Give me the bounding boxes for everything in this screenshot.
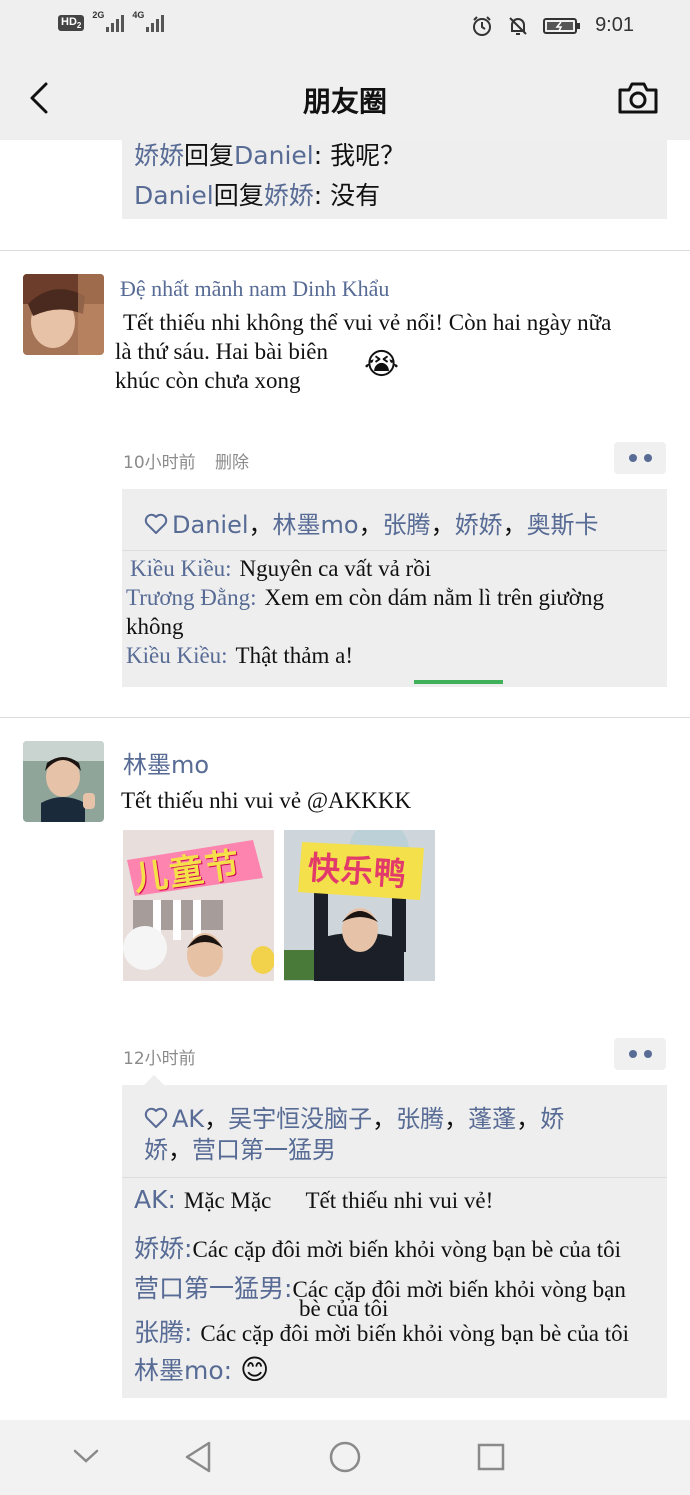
comment-item[interactable]: AK: Mặc Mặc Tết thiếu nhi vui vẻ! bbox=[134, 1185, 493, 1214]
liker[interactable]: AK bbox=[172, 1105, 204, 1133]
nav-down-chevron-icon[interactable] bbox=[72, 1447, 100, 1465]
like-list: AK，吴宇恒没脑子，张腾，蓬蓬，娇 bbox=[144, 1099, 564, 1134]
heart-icon bbox=[144, 1107, 168, 1128]
liker[interactable]: 娇 bbox=[144, 1136, 168, 1164]
avatar[interactable] bbox=[23, 274, 104, 355]
post-time: 10小时前 bbox=[123, 453, 196, 473]
mute-bell-icon bbox=[509, 16, 527, 35]
crying-emoji: 😭 bbox=[364, 347, 400, 382]
liker[interactable]: 营口第一猛男 bbox=[192, 1136, 336, 1164]
more-dots-icon[interactable] bbox=[614, 442, 666, 474]
hd-badge: HD2 bbox=[58, 14, 85, 32]
top-nav-bar: 朋友圈 bbox=[0, 56, 690, 140]
post-meta: 12小时前 bbox=[123, 1044, 210, 1069]
avatar[interactable] bbox=[23, 741, 104, 822]
liker[interactable]: 娇娇 bbox=[455, 511, 503, 539]
heart-icon bbox=[144, 513, 168, 534]
comment-item[interactable]: Kiều Kiều: Nguyên ca vất vả rồi bbox=[130, 553, 431, 582]
comment-item[interactable]: Kiều Kiều: Thật thảm a! bbox=[126, 640, 353, 669]
liker[interactable]: 张腾 bbox=[396, 1105, 444, 1133]
liker[interactable]: 娇 bbox=[540, 1105, 564, 1133]
nav-home-circle-icon[interactable] bbox=[328, 1440, 362, 1474]
status-bar: HD2 2G 4G 9:01 bbox=[0, 0, 690, 56]
photo-caption: 快乐鸭 bbox=[306, 848, 409, 894]
liker[interactable]: Daniel bbox=[172, 511, 249, 539]
clock-time: 9:01 bbox=[595, 14, 634, 36]
nav-back-triangle-icon[interactable] bbox=[183, 1440, 213, 1474]
comment-box: Daniel，林墨mo，张腾，娇娇，奥斯卡 Kiều Kiều: Nguyên … bbox=[122, 489, 667, 687]
comment-item[interactable]: 娇娇:Các cặp đôi mời biến khỏi vòng bạn bè… bbox=[134, 1229, 621, 1265]
battery-icon bbox=[543, 17, 581, 34]
signal-icon: 2G bbox=[92, 10, 125, 32]
post-text: Tết thiếu nhi không thể vui vẻ nổi! Còn … bbox=[123, 310, 612, 335]
divider bbox=[122, 1177, 667, 1178]
comment-item[interactable]: 张腾: Các cặp đôi mời biến khỏi vòng bạn b… bbox=[134, 1313, 629, 1349]
comment-item[interactable]: Daniel回复娇娇: 没有 bbox=[134, 176, 380, 212]
more-dots-icon[interactable] bbox=[614, 1038, 666, 1070]
post-text: Tết thiếu nhi vui vẻ @AKKKK bbox=[121, 788, 412, 813]
accent-bar bbox=[414, 680, 503, 684]
liker[interactable]: 蓬蓬 bbox=[468, 1105, 516, 1133]
post-photo[interactable]: 快乐鸭 bbox=[284, 830, 435, 981]
liker[interactable]: 张腾 bbox=[383, 511, 431, 539]
liker[interactable]: 吴宇恒没脑子 bbox=[228, 1105, 372, 1133]
comment-item[interactable]: Trương Đằng: Xem em còn dám nằm lì trên … bbox=[126, 582, 604, 611]
alarm-icon bbox=[473, 15, 492, 36]
comment-box: AK，吴宇恒没脑子，张腾，蓬蓬，娇 娇，营口第一猛男 AK: Mặc Mặc T… bbox=[122, 1075, 667, 1398]
comment-item[interactable]: 林墨mo: 😊 bbox=[134, 1351, 269, 1387]
divider bbox=[0, 717, 690, 718]
post-author[interactable]: 林墨mo bbox=[123, 745, 209, 780]
post-time: 12小时前 bbox=[123, 1049, 196, 1069]
caret bbox=[144, 1075, 164, 1085]
page-title: 朋友圈 bbox=[302, 85, 387, 118]
like-list: 娇，营口第一猛男 bbox=[144, 1136, 336, 1164]
liker[interactable]: 林墨mo bbox=[273, 511, 359, 539]
post-text: là thứ sáu. Hai bài biên bbox=[115, 339, 329, 364]
liker[interactable]: 奥斯卡 bbox=[527, 511, 599, 539]
comment-item[interactable]: 娇娇回复Daniel: 我呢？ bbox=[134, 140, 405, 172]
post-text: khúc còn chưa xong bbox=[115, 368, 301, 393]
moments-feed[interactable]: 娇娇回复Daniel: 我呢？ Daniel回复娇娇: 没有 Đệ nhất m… bbox=[0, 140, 690, 1420]
delete-link[interactable]: 删除 bbox=[215, 453, 249, 473]
comment-item-cont: không bbox=[126, 614, 184, 639]
signal-icon: 4G bbox=[132, 10, 165, 32]
comment-box: 娇娇回复Daniel: 我呢？ Daniel回复娇娇: 没有 bbox=[122, 140, 667, 219]
post-meta: 10小时前 删除 bbox=[123, 448, 263, 473]
post-author[interactable]: Đệ nhất mãnh nam Dinh Khẩu bbox=[120, 276, 389, 302]
camera-icon[interactable] bbox=[616, 78, 660, 118]
divider bbox=[0, 250, 690, 251]
divider bbox=[122, 550, 667, 551]
nav-recents-square-icon[interactable] bbox=[476, 1442, 506, 1472]
like-list: Daniel，林墨mo，张腾，娇娇，奥斯卡 bbox=[144, 505, 599, 540]
system-nav-bar bbox=[0, 1420, 690, 1495]
post-photo[interactable]: 儿童节 bbox=[123, 830, 274, 981]
